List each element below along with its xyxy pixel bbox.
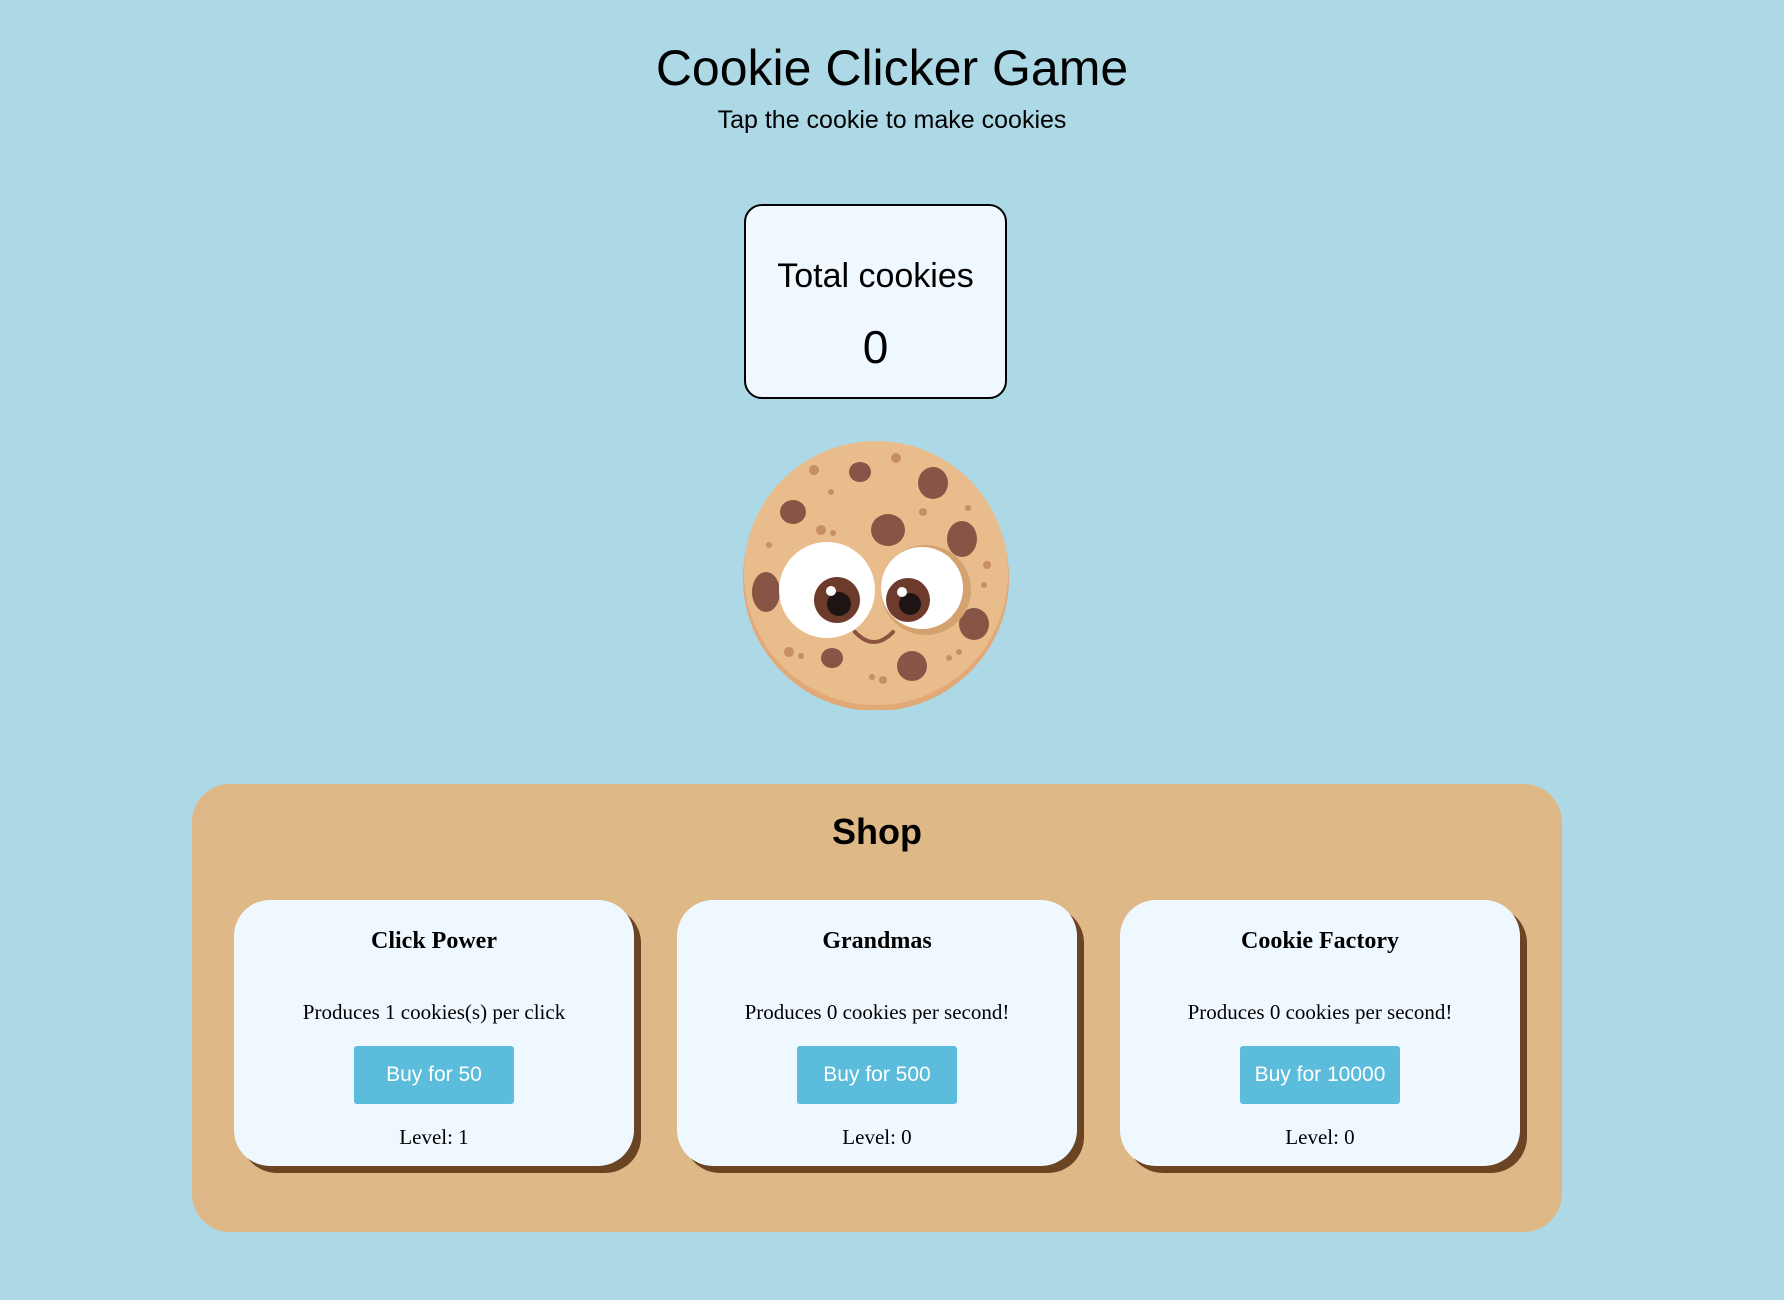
upgrade-level: Level: 1 bbox=[399, 1125, 469, 1149]
upgrade-name: Cookie Factory bbox=[1241, 928, 1399, 954]
upgrade-level: Level: 0 bbox=[842, 1125, 912, 1149]
upgrade-description: Produces 1 cookies(s) per click bbox=[302, 1000, 566, 1024]
buy-cookie-factory-button[interactable]: Buy for 10000 bbox=[1240, 1046, 1400, 1104]
upgrade-description: Produces 0 cookies per second! bbox=[1187, 1000, 1453, 1024]
upgrade-name: Click Power bbox=[371, 928, 497, 954]
page-title: Cookie Clicker Game bbox=[655, 40, 1129, 96]
buy-click-power-button[interactable]: Buy for 50 bbox=[354, 1046, 514, 1104]
shop-title: Shop bbox=[832, 811, 922, 852]
upgrade-name: Grandmas bbox=[822, 928, 932, 954]
shop-panel: Shop Click Power Produces 1 cookies(s) p… bbox=[192, 784, 1562, 1232]
upgrade-description: Produces 0 cookies per second! bbox=[744, 1000, 1010, 1024]
cookie-counter-box: Total cookies 0 bbox=[744, 204, 1007, 399]
counter-label: Total cookies bbox=[777, 257, 974, 295]
counter-value: 0 bbox=[862, 321, 889, 373]
cookie-button[interactable] bbox=[741, 440, 1011, 710]
page-subtitle: Tap the cookie to make cookies bbox=[717, 106, 1067, 134]
upgrade-card-grandmas: Grandmas Produces 0 cookies per second! … bbox=[677, 900, 1077, 1166]
buy-grandmas-button[interactable]: Buy for 500 bbox=[797, 1046, 957, 1104]
upgrade-card-click-power: Click Power Produces 1 cookies(s) per cl… bbox=[234, 900, 634, 1166]
upgrade-level: Level: 0 bbox=[1285, 1125, 1355, 1149]
upgrade-card-cookie-factory: Cookie Factory Produces 0 cookies per se… bbox=[1120, 900, 1520, 1166]
